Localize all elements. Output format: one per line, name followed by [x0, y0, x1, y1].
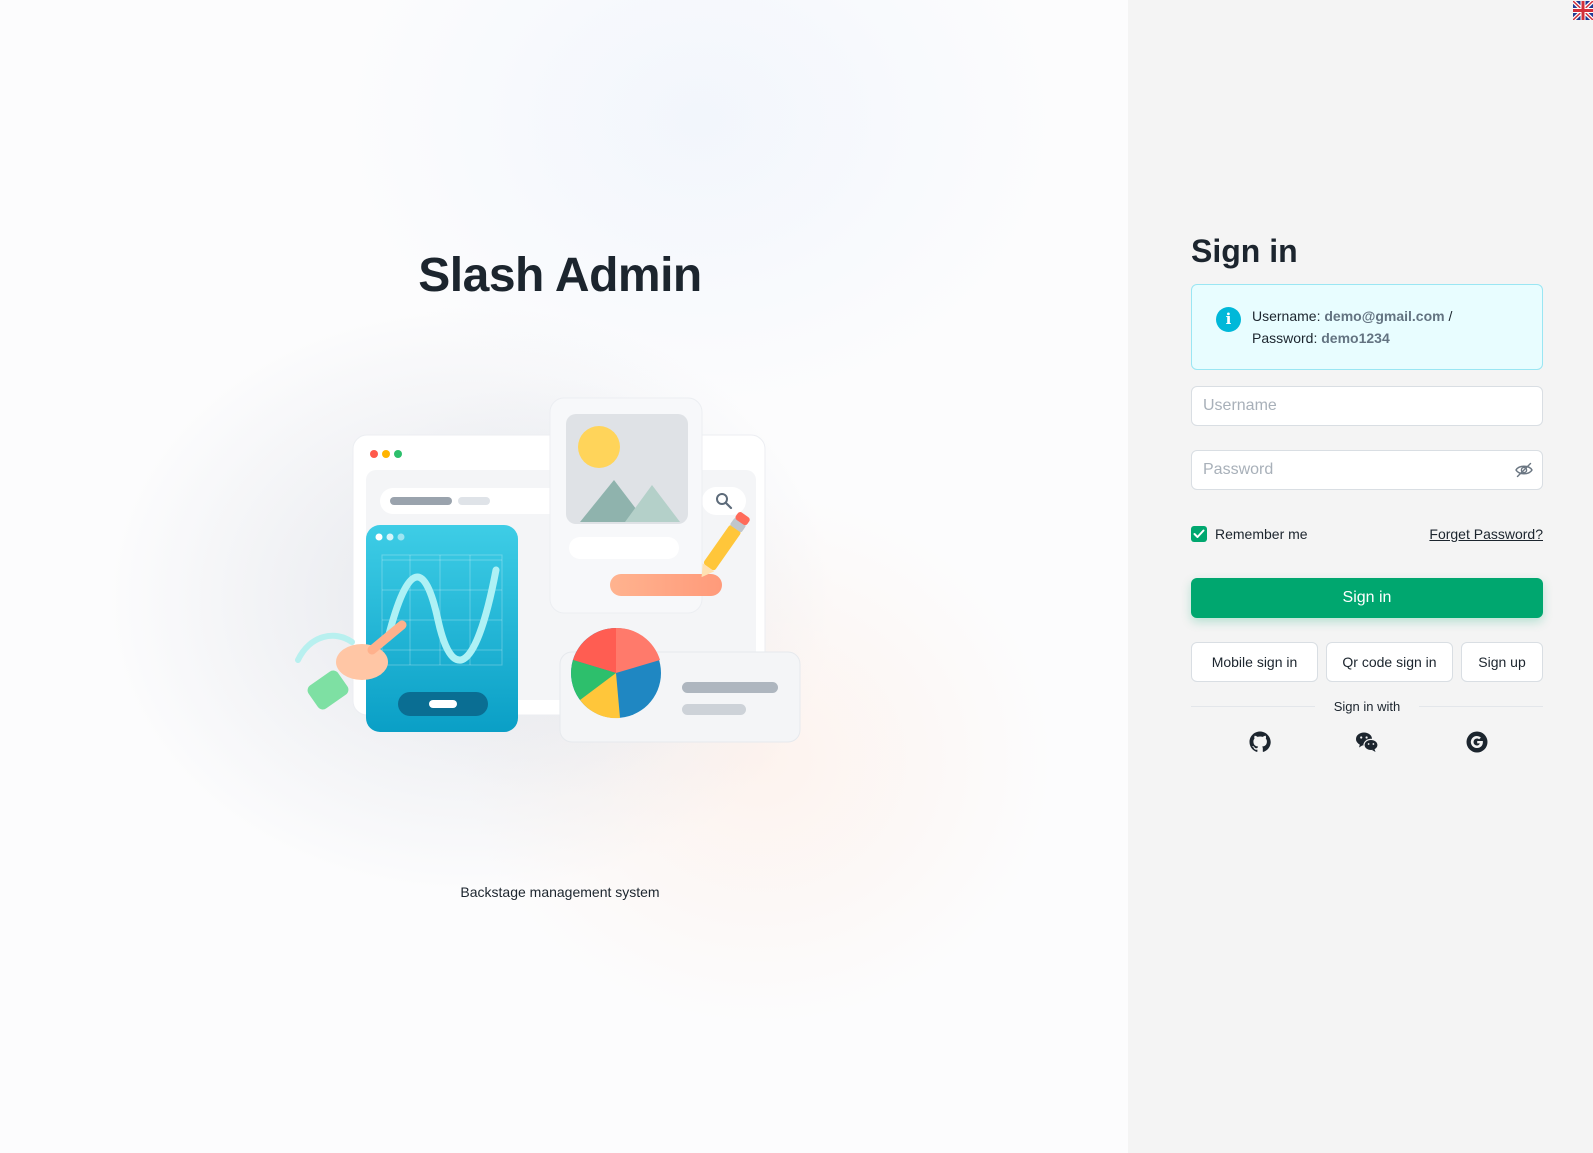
brand-subtitle: Backstage management system	[460, 884, 660, 900]
check-icon	[1193, 529, 1205, 538]
form-title: Sign in	[1191, 233, 1298, 269]
demo-credentials-text: Username: demo@gmail.com / Password: dem…	[1252, 305, 1452, 349]
login-panel	[1128, 0, 1593, 1153]
qr-code-sign-in-button[interactable]: Qr code sign in	[1326, 642, 1453, 682]
github-icon[interactable]	[1248, 730, 1272, 754]
dashboard-illustration	[295, 380, 801, 795]
username-hint-label: Username:	[1252, 308, 1321, 324]
password-field	[1191, 450, 1543, 490]
forgot-password-link[interactable]: Forget Password?	[1429, 526, 1543, 542]
social-divider: Sign in with	[1191, 698, 1543, 714]
password-input[interactable]	[1191, 450, 1543, 490]
password-hint-label: Password:	[1252, 330, 1318, 346]
sign-in-button[interactable]: Sign in	[1191, 578, 1543, 618]
brand-title: Slash Admin	[418, 249, 702, 302]
brand-panel: Slash Admin Backstage management system	[0, 0, 1128, 1153]
password-hint-value: demo1234	[1321, 330, 1390, 346]
remember-label[interactable]: Remember me	[1215, 526, 1308, 542]
wechat-icon[interactable]	[1355, 730, 1379, 754]
sign-up-button[interactable]: Sign up	[1461, 642, 1543, 682]
uk-flag-icon[interactable]	[1573, 1, 1593, 20]
info-icon: i	[1216, 307, 1241, 332]
hint-separator: /	[1448, 308, 1453, 324]
remember-row: Remember me Forget Password?	[1191, 524, 1543, 544]
username-hint-value: demo@gmail.com	[1324, 308, 1445, 324]
mobile-sign-in-button[interactable]: Mobile sign in	[1191, 642, 1318, 682]
remember-checkbox[interactable]	[1191, 526, 1207, 542]
divider-line-right	[1419, 706, 1543, 707]
demo-credentials-alert: i Username: demo@gmail.com / Password: d…	[1191, 284, 1543, 370]
eye-invisible-icon[interactable]	[1515, 462, 1533, 478]
google-icon[interactable]	[1465, 730, 1489, 754]
username-input[interactable]	[1191, 386, 1543, 426]
